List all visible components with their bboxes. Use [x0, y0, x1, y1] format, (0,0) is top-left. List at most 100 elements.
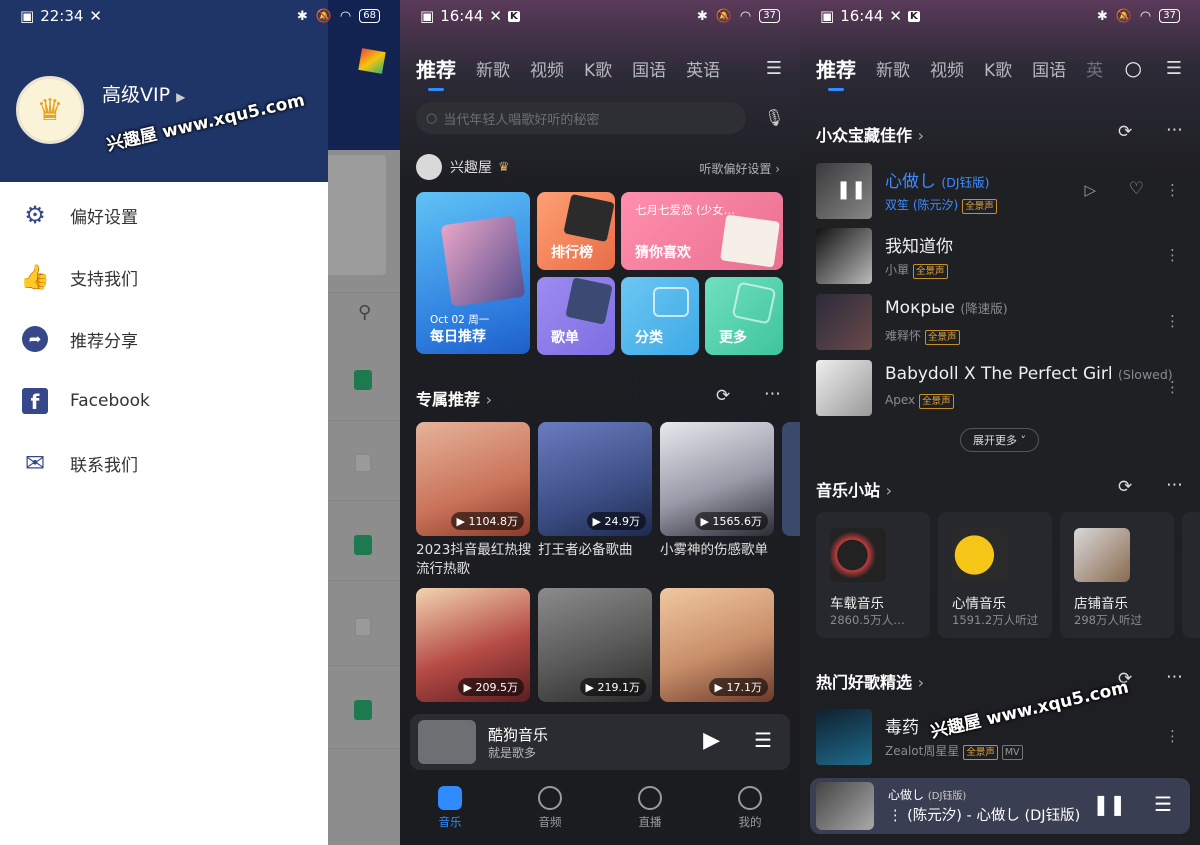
search-input[interactable]: ○ 当代年轻人唱歌好听的秘密: [416, 102, 746, 134]
battery-icon: 37: [759, 9, 780, 23]
song-row[interactable]: 我知道你 小單 全景声 ⋮: [816, 228, 1186, 284]
audio-icon: [538, 786, 562, 810]
video-icon[interactable]: ▷: [1084, 181, 1096, 199]
ranking-tile[interactable]: 排行榜: [537, 192, 615, 270]
kugou-icon: K: [508, 10, 520, 22]
more-options-icon[interactable]: ⋯: [1166, 120, 1183, 140]
mini-player[interactable]: 酷狗音乐 就是歌多 ▶ ☰: [410, 714, 790, 770]
tab-new-songs[interactable]: 新歌: [876, 56, 910, 81]
pause-icon[interactable]: ❚❚: [1092, 792, 1126, 816]
section-title[interactable]: 专属推荐 ›: [416, 386, 492, 410]
category-tabs: 推荐 新歌 视频 K歌 国语 英语: [400, 50, 800, 91]
album-art: [816, 782, 874, 830]
hamburger-menu-icon[interactable]: ☰: [766, 58, 782, 79]
mute-icon: 🔕: [1115, 8, 1132, 24]
menu-item-contact[interactable]: ✉ 联系我们: [0, 432, 328, 494]
menu-item-facebook[interactable]: f Facebook: [0, 370, 328, 432]
section-title[interactable]: 热门好歌精选 ›: [816, 669, 924, 693]
playlist-title[interactable]: 小雾神的伤感歌单: [660, 541, 778, 560]
app-logo: [358, 48, 386, 74]
tab-english[interactable]: 英语: [686, 56, 720, 81]
songlist-tile[interactable]: 歌单: [537, 277, 615, 355]
more-options-icon[interactable]: ⋮: [1165, 727, 1180, 745]
station-card[interactable]: 店铺音乐 298万人听过: [1060, 512, 1174, 638]
playlist-queue-icon[interactable]: ☰: [754, 728, 772, 752]
station-card[interactable]: 车载音乐 2860.5万人…: [816, 512, 930, 638]
album-art: [418, 720, 476, 764]
nav-mine[interactable]: 我的: [700, 780, 800, 840]
status-bar: ▣ 16:44 ✕ K ✱ 🔕 ◠ 37: [800, 0, 1200, 32]
tab-karaoke[interactable]: K歌: [984, 56, 1012, 81]
playlist-cover[interactable]: ▶ 209.5万: [416, 588, 530, 702]
playlist-title[interactable]: 2023抖音最红热搜流行热歌: [416, 541, 534, 579]
refresh-icon[interactable]: ⟳: [1118, 122, 1132, 142]
share-icon: ➦: [20, 324, 50, 354]
tab-video[interactable]: 视频: [930, 56, 964, 81]
song-row[interactable]: Babydoll X The Perfect Girl (Slowed) Ape…: [816, 360, 1186, 416]
more-options-icon[interactable]: ⋮: [1165, 378, 1180, 396]
mail-icon: ✉: [24, 449, 46, 477]
more-options-icon[interactable]: ⋯: [764, 384, 781, 404]
guess-you-like-tile[interactable]: 七月七爱恋 (少女… 猜你喜欢: [621, 192, 783, 270]
play-icon[interactable]: ▶: [703, 728, 720, 753]
section-title[interactable]: 小众宝藏佳作 ›: [816, 122, 924, 146]
nav-audio[interactable]: 音频: [500, 780, 600, 840]
refresh-icon[interactable]: ⟳: [716, 386, 730, 406]
hamburger-menu-icon[interactable]: ☰: [1166, 58, 1182, 79]
mute-icon: 🔕: [715, 8, 732, 24]
more-tile[interactable]: 更多: [705, 277, 783, 355]
crown-avatar[interactable]: ♛: [16, 76, 84, 144]
menu-item-share[interactable]: ➦ 推荐分享: [0, 308, 328, 370]
voice-search-icon[interactable]: 🎙: [764, 108, 784, 127]
menu-item-support[interactable]: 👍 支持我们: [0, 246, 328, 308]
mini-player[interactable]: 心做し (DJ钰版) ⋮ (陈元汐) - 心做し (DJ钰版) ❚❚ ☰: [810, 778, 1190, 834]
user-profile[interactable]: 兴趣屋 ♛: [416, 154, 510, 180]
drawer-menu: ⚙ 偏好设置 👍 支持我们 ➦ 推荐分享 f Facebook ✉ 联系我们: [0, 184, 328, 494]
tab-video[interactable]: 视频: [530, 56, 564, 81]
playlist-cover[interactable]: ▶ 219.1万: [538, 588, 652, 702]
tab-english[interactable]: 英: [1086, 56, 1103, 81]
music-home-screen: ▣ 16:44 ✕ K ✱ 🔕 ◠ 37 推荐 新歌 视频 K歌 国语 英语 ☰ ○ 当…: [400, 0, 800, 845]
cafe-icon: [1074, 528, 1130, 582]
expand-more-button[interactable]: 展开更多 ˅: [960, 428, 1039, 452]
tab-new-songs[interactable]: 新歌: [476, 56, 510, 81]
more-options-icon[interactable]: ⋯: [1166, 475, 1183, 495]
search-icon: ○: [426, 110, 438, 126]
refresh-icon[interactable]: ⟳: [1118, 477, 1132, 497]
more-options-icon[interactable]: ⋮: [1165, 312, 1180, 330]
tab-karaoke[interactable]: K歌: [584, 56, 612, 81]
wifi-icon: ◠: [739, 8, 752, 24]
heart-icon[interactable]: ♡: [1129, 179, 1144, 199]
song-row[interactable]: ❚❚ 心做し (DJ钰版) 双笙 (陈元汐) 全景声 ▷ ♡ ⋮: [816, 163, 1186, 219]
playlist-cover[interactable]: ▶ 1565.6万: [660, 422, 774, 536]
lock-icon: [354, 453, 372, 473]
nav-live[interactable]: 直播: [600, 780, 700, 840]
listening-preferences-link[interactable]: 听歌偏好设置 ›: [699, 160, 780, 177]
station-card[interactable]: 心情音乐 1591.2万人听过: [938, 512, 1052, 638]
tab-mandarin[interactable]: 国语: [632, 56, 666, 81]
playlist-title[interactable]: 打王者必备歌曲: [538, 541, 656, 560]
search-icon[interactable]: ○: [1125, 56, 1142, 80]
category-tile[interactable]: 分类: [621, 277, 699, 355]
daily-recommend-tile[interactable]: Oct 02 周一 每日推荐: [416, 192, 530, 354]
more-options-icon[interactable]: ⋮: [1165, 181, 1180, 199]
more-options-icon[interactable]: ⋮: [1165, 246, 1180, 264]
nav-music[interactable]: 音乐: [400, 780, 500, 840]
tools-icon: ✕: [889, 7, 902, 25]
music-icon: [438, 786, 462, 810]
tab-recommend[interactable]: 推荐: [816, 54, 856, 91]
bottom-navigation: 音乐 音频 直播 我的: [400, 780, 800, 840]
tab-recommend[interactable]: 推荐: [416, 54, 456, 91]
live-icon: [638, 786, 662, 810]
tab-mandarin[interactable]: 国语: [1032, 56, 1066, 81]
playlist-queue-icon[interactable]: ☰: [1154, 792, 1172, 816]
song-row[interactable]: Мокрые (降速版) 难释怀 全景声 ⋮: [816, 294, 1186, 350]
section-title[interactable]: 音乐小站 ›: [816, 477, 892, 501]
menu-item-preferences[interactable]: ⚙ 偏好设置: [0, 184, 328, 246]
vip-label[interactable]: 高级VIP ▶: [102, 80, 185, 107]
vip-badge-icon: ♛: [498, 159, 510, 175]
playlist-cover[interactable]: ▶ 1104.8万: [416, 422, 530, 536]
playlist-cover[interactable]: ▶ 17.1万: [660, 588, 774, 702]
more-options-icon[interactable]: ⋯: [1166, 667, 1183, 687]
playlist-cover[interactable]: ▶ 24.9万: [538, 422, 652, 536]
